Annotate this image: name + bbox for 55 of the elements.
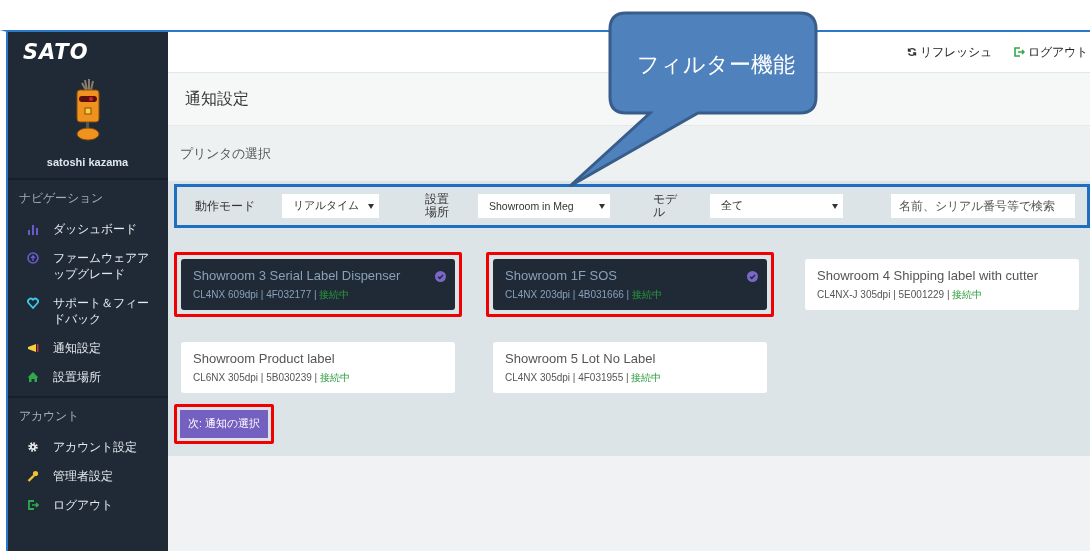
check-circle-icon	[435, 271, 446, 282]
logout-icon	[27, 499, 39, 511]
printer-card[interactable]: Showroom 1F SOS CL4NX 203dpi | 4B031666 | 接続中	[493, 259, 767, 310]
upload-icon	[27, 252, 39, 264]
printer-name: Showroom 3 Serial Label Dispenser	[193, 268, 402, 284]
printer-name: Showroom 1F SOS	[505, 268, 618, 284]
printer-card[interactable]: Showroom 5 Lot No Label CL4NX 305dpi | 4F031955 | 接続中	[493, 342, 767, 393]
filter-dropdown[interactable]: Showroom in Meg	[478, 194, 610, 218]
nav-item[interactable]: ログアウト	[7, 491, 168, 520]
printer-name: Showroom 5 Lot No Label	[505, 351, 657, 367]
settings-icon	[27, 441, 39, 453]
nav-section-heading: ナビゲーション	[19, 190, 103, 207]
printer-details: CL4NX-J 305dpi | 5E001229 | 接続中	[817, 288, 984, 302]
logout-icon	[1014, 47, 1025, 57]
printer-details: CL4NX 609dpi | 4F032177 | 接続中	[193, 288, 351, 302]
wrench-icon	[27, 470, 39, 482]
printer-details: CL4NX 305dpi | 4F031955 | 接続中	[505, 371, 663, 385]
nav-item[interactable]: アカウント設定	[7, 433, 168, 462]
search-field[interactable]: 名前、シリアル番号等で検索	[891, 194, 1075, 218]
nav-item[interactable]: 管理者設定	[7, 462, 168, 491]
user-name: satoshi kazama	[46, 156, 129, 170]
printer-card[interactable]: Showroom 3 Serial Label Dispenser CL4NX 609dpi | 4F032177 | 接続中	[181, 259, 455, 310]
section-title: プリンタの選択	[180, 144, 271, 163]
printer-details: CL4NX 203dpi | 4B031666 | 接続中	[505, 288, 663, 302]
printer-details: CL6NX 305dpi | 5B030239 | 接続中	[193, 371, 351, 385]
dropdown-caret-icon	[599, 203, 605, 209]
megaphone-icon	[27, 342, 39, 354]
nav-item[interactable]: 設置場所	[7, 363, 168, 392]
page-title: 通知設定	[185, 88, 249, 109]
filter-dropdown[interactable]: リアルタイム	[282, 194, 379, 218]
dropdown-caret-icon	[832, 203, 838, 209]
nav-item[interactable]: サポート＆フィードバック	[7, 289, 168, 334]
heart-icon	[27, 297, 39, 309]
next-button[interactable]: 次: 通知の選択	[180, 410, 268, 438]
nav-item[interactable]: ダッシュボード	[7, 215, 168, 244]
filter-label: 動作モード	[195, 199, 256, 213]
check-circle-icon	[747, 271, 758, 282]
bar-chart-icon	[27, 223, 39, 235]
nav-item[interactable]: ファームウェアアップグレード	[7, 244, 168, 289]
dropdown-caret-icon	[368, 203, 374, 209]
refresh-icon	[907, 47, 917, 57]
nav-item[interactable]: 通知設定	[7, 334, 168, 363]
printer-card[interactable]: Showroom Product label CL6NX 305dpi | 5B030239 | 接続中	[181, 342, 455, 393]
refresh-link[interactable]: リフレッシュ	[907, 43, 992, 61]
nav-section-heading: アカウント	[19, 408, 79, 425]
printer-card[interactable]: Showroom 4 Shipping label with cutter CL4NX-J 305dpi | 5E001229 | 接続中	[805, 259, 1079, 310]
printer-name: Showroom 4 Shipping label with cutter	[817, 268, 1040, 284]
logout-link[interactable]: ログアウト	[1014, 43, 1088, 61]
filter-label: モデル	[653, 193, 678, 219]
filter-dropdown[interactable]: 全て	[710, 194, 843, 218]
filter-label: 設置場所	[425, 193, 450, 219]
home-icon	[27, 371, 39, 383]
callout-text: フィルター機能	[637, 51, 795, 79]
logo: SATO	[23, 40, 89, 64]
printer-name: Showroom Product label	[193, 351, 336, 367]
